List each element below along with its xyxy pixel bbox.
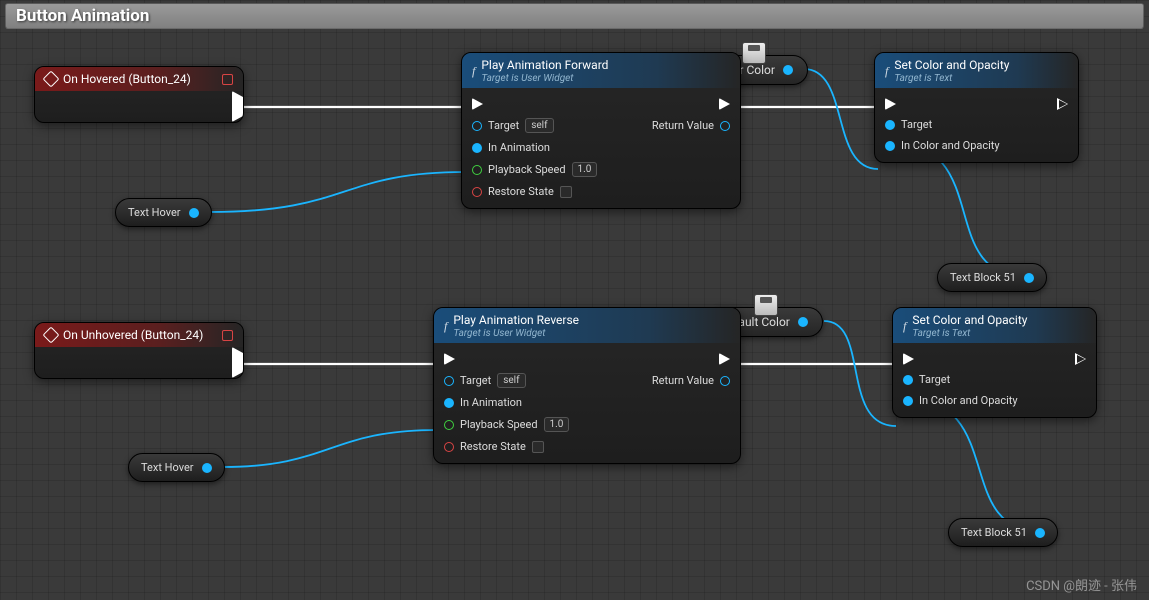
target-value[interactable]: self xyxy=(497,373,525,388)
node-title: Set Color and Opacity xyxy=(894,58,1009,72)
pin-label: Target xyxy=(488,119,519,132)
function-icon: f xyxy=(885,64,888,79)
node-subtitle: Target is Text xyxy=(894,73,1009,84)
var-out-pin[interactable] xyxy=(1024,273,1034,283)
function-icon: f xyxy=(444,319,447,334)
exec-out-pin[interactable] xyxy=(1057,98,1068,110)
pin-label: In Color and Opacity xyxy=(901,139,1000,152)
speed-value[interactable]: 1.0 xyxy=(544,417,570,432)
param-icon xyxy=(742,42,766,64)
exec-out-pin[interactable] xyxy=(1075,353,1086,365)
graph-title: Button Animation xyxy=(5,3,1144,29)
return-pin[interactable] xyxy=(720,121,730,131)
event-icon xyxy=(43,71,60,88)
var-out-pin[interactable] xyxy=(1035,528,1045,538)
event-label: On Hovered (Button_24) xyxy=(63,72,191,86)
color-pin[interactable] xyxy=(885,141,895,151)
var-text-block[interactable]: Text Block 51 xyxy=(948,518,1058,547)
pin-label: Restore State xyxy=(460,440,526,453)
event-icon xyxy=(43,327,60,344)
exec-out-pin[interactable] xyxy=(232,347,243,378)
exec-in-pin[interactable] xyxy=(903,353,914,365)
function-icon: f xyxy=(472,64,475,79)
event-on-hovered[interactable]: On Hovered (Button_24) xyxy=(34,66,244,123)
pin-label: Target xyxy=(901,118,932,131)
delegate-pin[interactable] xyxy=(222,74,233,85)
watermark: CSDN @朗迹 - 张伟 xyxy=(1026,575,1137,594)
return-pin[interactable] xyxy=(720,376,730,386)
var-text-block[interactable]: Text Block 51 xyxy=(937,263,1047,292)
var-label: Text Block 51 xyxy=(961,526,1027,539)
target-value[interactable]: self xyxy=(525,118,553,133)
var-label: Text Hover xyxy=(141,461,194,474)
pin-label: Restore State xyxy=(488,185,554,198)
node-header: f Play Animation ReverseTarget is User W… xyxy=(434,308,740,343)
node-set-color-opacity[interactable]: f Set Color and OpacityTarget is Text Ta… xyxy=(874,52,1079,163)
node-play-animation-forward[interactable]: f Play Animation ForwardTarget is User W… xyxy=(461,52,741,209)
pin-label: In Animation xyxy=(460,396,522,409)
param-out-pin[interactable] xyxy=(798,317,808,327)
event-on-unhovered[interactable]: On Unhovered (Button_24) xyxy=(34,322,244,379)
exec-in-pin[interactable] xyxy=(472,98,483,110)
pin-label: Playback Speed xyxy=(488,163,566,176)
node-header: f Set Color and OpacityTarget is Text xyxy=(875,53,1078,88)
exec-out-pin[interactable] xyxy=(232,91,243,122)
target-pin[interactable] xyxy=(444,376,454,386)
node-title: Play Animation Forward xyxy=(481,58,608,72)
pin-label: Target xyxy=(460,374,491,387)
pin-label: Target xyxy=(919,373,950,386)
playback-speed-pin[interactable] xyxy=(472,165,482,175)
restore-checkbox[interactable] xyxy=(532,441,544,453)
node-play-animation-reverse[interactable]: f Play Animation ReverseTarget is User W… xyxy=(433,307,741,464)
color-pin[interactable] xyxy=(903,396,913,406)
playback-speed-pin[interactable] xyxy=(444,420,454,430)
node-header: f Set Color and OpacityTarget is Text xyxy=(893,308,1096,343)
param-icon xyxy=(754,294,778,316)
event-header: On Unhovered (Button_24) xyxy=(35,323,243,347)
node-title: Play Animation Reverse xyxy=(453,313,579,327)
restore-checkbox[interactable] xyxy=(560,186,572,198)
event-label: On Unhovered (Button_24) xyxy=(63,328,203,342)
function-icon: f xyxy=(903,319,906,334)
speed-value[interactable]: 1.0 xyxy=(572,162,598,177)
node-subtitle: Target is User Widget xyxy=(453,328,579,339)
node-subtitle: Target is User Widget xyxy=(481,73,608,84)
restore-state-pin[interactable] xyxy=(472,187,482,197)
in-animation-pin[interactable] xyxy=(444,398,454,408)
event-header: On Hovered (Button_24) xyxy=(35,67,243,91)
node-title: Set Color and Opacity xyxy=(912,313,1027,327)
target-pin[interactable] xyxy=(903,375,913,385)
target-pin[interactable] xyxy=(885,120,895,130)
var-text-hover[interactable]: Text Hover xyxy=(128,453,225,482)
pin-label: In Animation xyxy=(488,141,550,154)
delegate-pin[interactable] xyxy=(222,330,233,341)
pin-label: In Color and Opacity xyxy=(919,394,1018,407)
var-out-pin[interactable] xyxy=(189,208,199,218)
node-set-color-opacity[interactable]: f Set Color and OpacityTarget is Text Ta… xyxy=(892,307,1097,418)
exec-in-pin[interactable] xyxy=(885,98,896,110)
blueprint-canvas[interactable]: Button Animation On Hovered (Button_24) xyxy=(0,0,1149,600)
exec-out-pin[interactable] xyxy=(719,98,730,110)
pin-label: Return Value xyxy=(652,119,714,132)
var-text-hover[interactable]: Text Hover xyxy=(115,198,212,227)
in-animation-pin[interactable] xyxy=(472,143,482,153)
exec-in-pin[interactable] xyxy=(444,353,455,365)
param-out-pin[interactable] xyxy=(783,65,793,75)
exec-out-pin[interactable] xyxy=(719,353,730,365)
var-label: Text Block 51 xyxy=(950,271,1016,284)
pin-label: Playback Speed xyxy=(460,418,538,431)
target-pin[interactable] xyxy=(472,121,482,131)
node-subtitle: Target is Text xyxy=(912,328,1027,339)
restore-state-pin[interactable] xyxy=(444,442,454,452)
graph-title-text: Button Animation xyxy=(16,6,149,26)
var-out-pin[interactable] xyxy=(202,463,212,473)
pin-label: Return Value xyxy=(652,374,714,387)
node-header: f Play Animation ForwardTarget is User W… xyxy=(462,53,740,88)
var-label: Text Hover xyxy=(128,206,181,219)
